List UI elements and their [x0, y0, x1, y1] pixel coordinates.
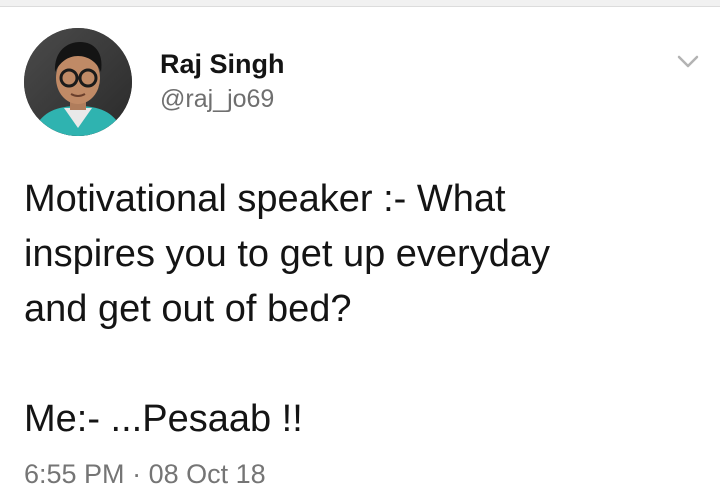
avatar[interactable] — [24, 28, 132, 136]
tweet-text-line: and get out of bed? — [24, 288, 352, 330]
timestamp-separator: · — [132, 459, 142, 489]
avatar-image — [24, 28, 132, 136]
display-name[interactable]: Raj Singh — [160, 48, 285, 80]
tweet-text-line: inspires you to get up everyday — [24, 233, 550, 275]
tweet-time: 6:55 PM — [24, 459, 125, 489]
tweet-text-line: Motivational speaker :- What — [24, 178, 506, 220]
tweet-date: 08 Oct 18 — [148, 459, 266, 489]
tweet-timestamp[interactable]: 6:55 PM · 08 Oct 18 — [24, 458, 266, 490]
chevron-down-icon[interactable] — [676, 52, 700, 72]
tweet-text: Motivational speaker :- What inspires yo… — [24, 172, 694, 447]
user-handle[interactable]: @raj_jo69 — [160, 84, 285, 114]
tweet-card[interactable]: Raj Singh @raj_jo69 Motivational speaker… — [0, 6, 720, 500]
user-info: Raj Singh @raj_jo69 — [160, 48, 285, 114]
tweet-text-line: Me:- ...Pesaab !! — [24, 398, 303, 440]
